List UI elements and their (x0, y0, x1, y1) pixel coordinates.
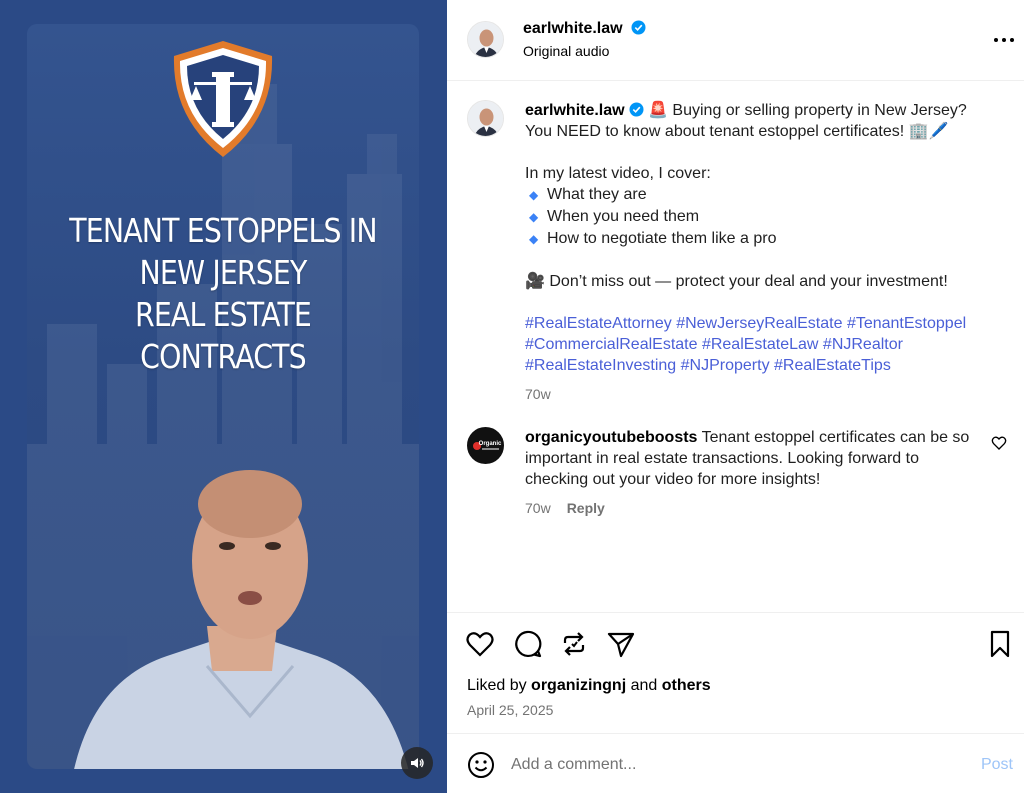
emoji-smiley-icon[interactable] (467, 751, 495, 779)
caption-line-2: You NEED to know about tenant estoppel c… (525, 123, 949, 140)
caption-bullet-item: ◆ When you need them (525, 206, 995, 228)
law-firm-shield-logo (173, 41, 273, 157)
repost-icon[interactable] (559, 629, 589, 659)
header-username[interactable]: earlwhite.law (523, 20, 623, 37)
liked-by-label: Liked by (467, 677, 527, 694)
caption-username[interactable]: earlwhite.law (525, 102, 625, 119)
presenter-video-person (74, 470, 409, 769)
post-date[interactable]: April 25, 2025 (467, 702, 553, 718)
header-user-block: earlwhite.law Original audio (523, 20, 646, 59)
add-comment-bar: Post (447, 733, 1024, 793)
mute-toggle-button[interactable] (401, 747, 433, 779)
comment-bubble-icon[interactable] (512, 629, 542, 659)
bullet-text: What they are (547, 186, 647, 203)
caption-cta: 🎥 Don’t miss out — protect your deal and… (525, 273, 948, 290)
save-bookmark-icon[interactable] (985, 629, 1015, 659)
liked-and-label: and (630, 677, 658, 694)
author-avatar-image (468, 22, 503, 57)
caption-timestamp[interactable]: 70w (525, 384, 995, 405)
comment-timestamp[interactable]: 70w (525, 500, 551, 516)
caption-author-avatar[interactable] (467, 100, 504, 137)
commenter-avatar-image: Organic (468, 428, 503, 463)
post-header: earlwhite.law Original audio (447, 0, 1024, 81)
header-audio-label[interactable]: Original audio (523, 43, 646, 59)
bullet-text: How to negotiate them like a pro (547, 230, 777, 247)
video-panel[interactable]: TENANT ESTOPPELS IN NEW JERSEY REAL ESTA… (0, 0, 447, 793)
liked-others-link[interactable]: others (662, 677, 711, 694)
diamond-bullet-icon: ◆ (529, 210, 539, 224)
comment-meta: 70w Reply (525, 498, 985, 519)
diamond-bullet-icon: ◆ (529, 188, 539, 202)
like-heart-icon[interactable] (465, 629, 495, 659)
bullet-text: When you need them (547, 208, 700, 225)
post-comment-button[interactable]: Post (981, 756, 1013, 774)
hashtags-line-3[interactable]: #RealEstateInvesting #NJProperty #RealEs… (525, 355, 995, 376)
svg-text:Organic: Organic (479, 441, 502, 447)
liked-by-user-link[interactable]: organizingnj (531, 677, 626, 694)
post-details-panel: earlwhite.law Original audio earlwhite.l… (447, 0, 1024, 793)
more-dots-icon[interactable] (990, 28, 1018, 52)
caption-avatar-image (468, 101, 503, 136)
commenter-username[interactable]: organicyoutubeboosts (525, 429, 697, 446)
share-send-icon[interactable] (606, 629, 636, 659)
likes-summary: Liked by organizingnj and others (467, 677, 711, 695)
hashtags-line-2[interactable]: #CommercialRealEstate #RealEstateLaw #NJ… (525, 334, 995, 355)
verified-badge-icon (629, 102, 644, 117)
commenter-avatar[interactable]: Organic (467, 427, 504, 464)
comment-input[interactable] (511, 752, 951, 778)
author-avatar[interactable] (467, 21, 504, 58)
video-title-overlay: TENANT ESTOPPELS IN NEW JERSEY REAL ESTA… (69, 211, 377, 376)
post-action-bar: Liked by organizingnj and others April 2… (447, 612, 1024, 733)
video-frame[interactable]: TENANT ESTOPPELS IN NEW JERSEY REAL ESTA… (27, 24, 419, 769)
reply-button[interactable]: Reply (567, 500, 605, 516)
comment-body: organicyoutubeboosts Tenant estoppel cer… (525, 427, 985, 519)
hashtags-line-1[interactable]: #RealEstateAttorney #NewJerseyRealEstate… (525, 313, 995, 334)
diamond-bullet-icon: ◆ (529, 232, 539, 246)
caption-bullet-item: ◆ What they are (525, 184, 995, 206)
caption-bullet-item: ◆ How to negotiate them like a pro (525, 228, 995, 250)
caption-headline: 🚨 Buying or selling property in New Jers… (648, 102, 967, 119)
like-comment-heart-icon[interactable] (991, 435, 1007, 451)
caption-text: earlwhite.law 🚨 Buying or selling proper… (525, 100, 995, 405)
verified-badge-icon (631, 20, 646, 35)
caption-intro: In my latest video, I cover: (525, 165, 711, 182)
speaker-icon (411, 758, 424, 768)
caption-line-1: earlwhite.law 🚨 Buying or selling proper… (525, 100, 995, 121)
